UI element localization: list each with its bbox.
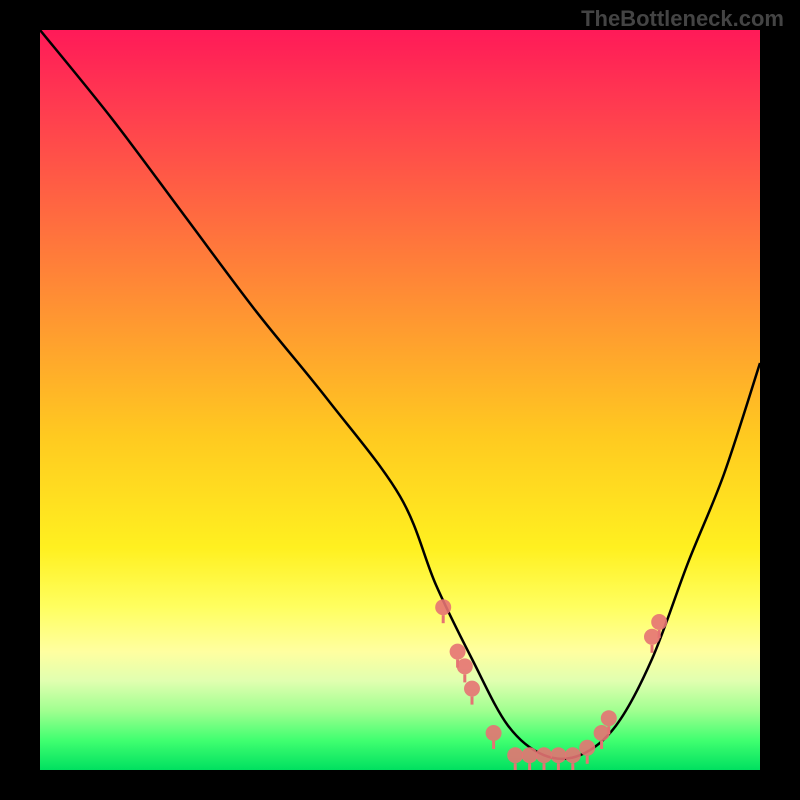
data-marker	[464, 681, 480, 697]
data-marker	[550, 747, 566, 763]
data-marker	[507, 747, 523, 763]
data-marker	[601, 710, 617, 726]
chart-container: TheBottleneck.com	[0, 0, 800, 800]
data-marker	[486, 725, 502, 741]
data-marker	[565, 747, 581, 763]
data-marker	[435, 599, 451, 615]
chart-svg	[40, 30, 760, 770]
data-marker	[579, 740, 595, 756]
data-marker	[644, 629, 660, 645]
plot-area	[40, 30, 760, 770]
data-marker	[536, 747, 552, 763]
data-marker	[651, 614, 667, 630]
data-marker	[522, 747, 538, 763]
watermark-text: TheBottleneck.com	[581, 6, 784, 32]
data-marker	[450, 644, 466, 660]
data-marker	[457, 658, 473, 674]
data-marker	[594, 725, 610, 741]
data-markers	[435, 599, 667, 770]
